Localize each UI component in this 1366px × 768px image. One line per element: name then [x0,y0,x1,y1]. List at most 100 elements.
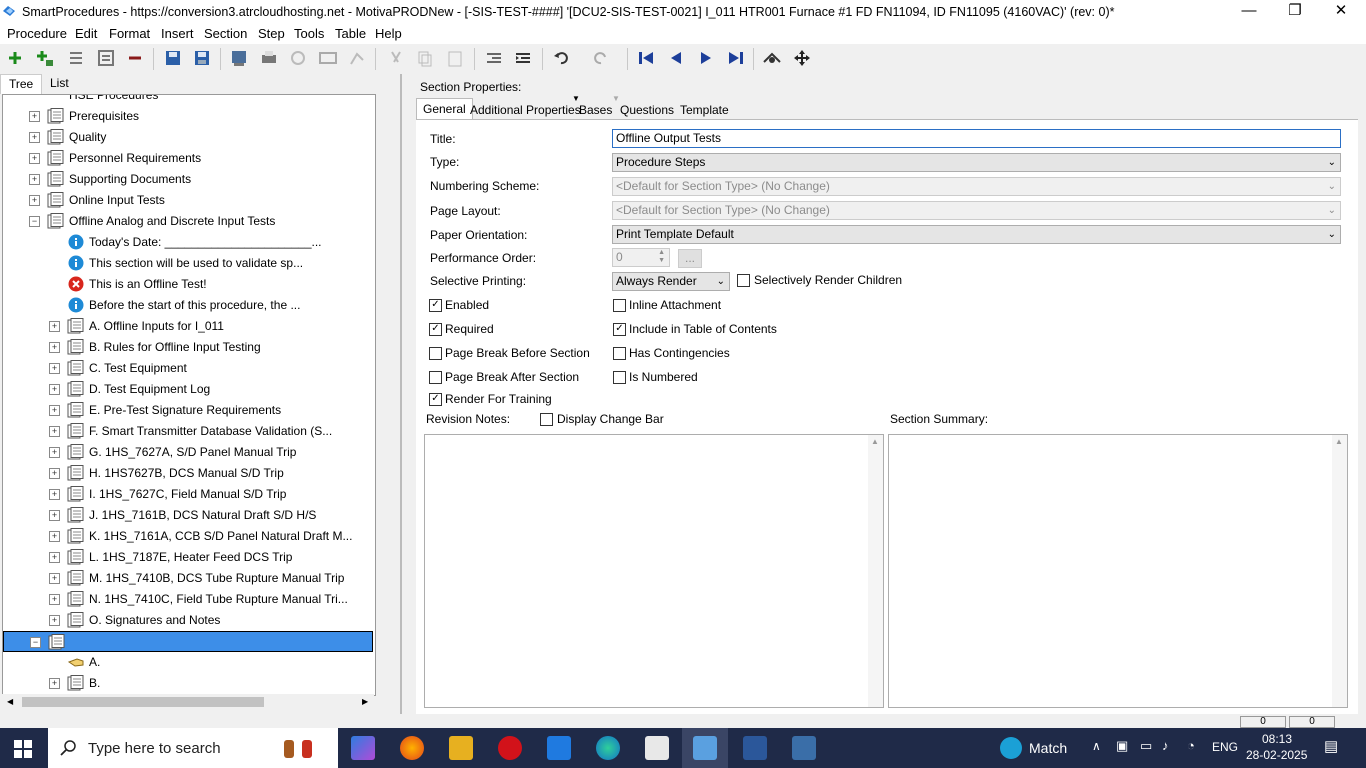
spinner-arrows-icon[interactable]: ▲ ▼ [658,249,665,265]
expand-icon[interactable]: + [49,405,60,416]
outdent-icon[interactable] [484,48,504,68]
expand-icon[interactable]: + [49,384,60,395]
tab-additional-properties[interactable]: Additional Properties [464,100,587,120]
menu-procedure[interactable]: Procedure [7,26,67,41]
expand-icon[interactable]: + [49,426,60,437]
paper-orientation-select[interactable]: Print Template Default ⌄ [612,225,1341,244]
route-icon[interactable] [347,48,367,68]
display-change-bar-checkbox[interactable] [540,413,553,426]
tree-item[interactable]: + Online Input Tests [3,190,373,211]
tree-item[interactable]: + Quality [3,127,373,148]
outline-alt-icon[interactable] [96,48,116,68]
tree-item[interactable]: + Personnel Requirements [3,148,373,169]
menu-table[interactable]: Table [335,26,366,41]
has-contingencies-checkbox[interactable] [613,347,626,360]
tree-item[interactable]: A. [3,652,373,673]
tree-item[interactable]: + I. 1HS_7627C, Field Manual S/D Trip [3,484,373,505]
revision-notes-textarea[interactable]: ▲ [424,434,884,708]
menu-tools[interactable]: Tools [294,26,324,41]
cricket-widget-icon[interactable] [998,736,1024,760]
menu-insert[interactable]: Insert [161,26,194,41]
last-icon[interactable] [726,48,746,68]
undo-icon[interactable] [552,48,572,68]
title-input[interactable]: Offline Output Tests [612,129,1341,148]
expand-icon[interactable]: + [29,174,40,185]
windows-start-icon[interactable] [14,740,32,758]
render-for-training-checkbox[interactable]: ✓ [429,393,442,406]
numbering-scheme-select[interactable]: <Default for Section Type> (No Change) ⌄ [612,177,1341,196]
expand-icon[interactable]: + [49,489,60,500]
file-explorer-icon[interactable] [449,736,473,760]
expand-icon[interactable]: + [49,573,60,584]
tree-item[interactable]: + G. 1HS_7627A, S/D Panel Manual Trip [3,442,373,463]
tree-item[interactable]: + C. Test Equipment [3,358,373,379]
expand-icon[interactable]: + [49,342,60,353]
tab-template[interactable]: Template [674,100,735,120]
tree-item[interactable]: This is an Offline Test! [3,274,373,295]
device-icon[interactable]: ▣ [1116,738,1128,754]
selectively-render-children-checkbox[interactable] [737,274,750,287]
notification-icon[interactable]: ▤ [1324,737,1338,755]
move-icon[interactable] [792,48,812,68]
tree-item[interactable]: + Prerequisites [3,106,373,127]
include-toc-checkbox[interactable]: ✓ [613,323,626,336]
expand-icon[interactable]: + [49,594,60,605]
find-icon[interactable] [762,48,782,68]
expand-icon[interactable]: + [49,615,60,626]
performance-order-spinner[interactable]: 0 ▲ ▼ [612,248,670,267]
add-child-icon[interactable] [35,48,55,68]
tree-item[interactable]: Today's Date: ______________________... [3,232,373,253]
minimize-button[interactable]: — [1226,0,1272,24]
textarea-scrollbar[interactable]: ▲ [1332,435,1347,707]
tree-horizontal-scrollbar[interactable]: ◀ ▶ [2,694,374,710]
textarea-scrollbar[interactable]: ▲ [868,435,883,707]
tree-item[interactable]: This section will be used to validate sp… [3,253,373,274]
save-all-icon[interactable] [163,48,183,68]
opera-icon[interactable] [498,736,522,760]
app-document-icon[interactable] [645,736,669,760]
edge-icon[interactable] [596,736,620,760]
page-break-before-checkbox[interactable] [429,347,442,360]
refresh-icon[interactable] [288,48,308,68]
smartprocedures-icon[interactable] [693,736,717,760]
procedure-tree[interactable]: HSE Procedures + Prerequisites + Quality + Pe… [2,94,376,696]
copy-icon[interactable] [415,48,435,68]
indent-icon[interactable] [513,48,533,68]
tree-item[interactable]: + E. Pre-Test Signature Requirements [3,400,373,421]
tree-item-partial[interactable]: HSE Procedures [69,95,158,106]
tree-item[interactable]: + M. 1HS_7410B, DCS Tube Rupture Manual T… [3,568,373,589]
collapse-icon[interactable]: − [29,216,40,227]
expand-icon[interactable]: + [29,195,40,206]
scroll-up-icon[interactable]: ▲ [871,437,879,446]
page-layout-select[interactable]: <Default for Section Type> (No Change) ⌄ [612,201,1341,220]
mail-icon[interactable] [547,736,571,760]
taskbar-search-box[interactable]: Type here to search [48,728,338,768]
tree-item[interactable]: + O. Signatures and Notes [3,610,373,631]
tree-item[interactable]: + A. Offline Inputs for I_011 [3,316,373,337]
tab-questions[interactable]: Questions [614,100,680,120]
required-checkbox[interactable]: ✓ [429,323,442,336]
tab-tree[interactable]: Tree [0,74,43,94]
menu-section[interactable]: Section [204,26,247,41]
save-icon[interactable] [192,48,212,68]
section-summary-textarea[interactable]: ▲ [888,434,1348,708]
menu-edit[interactable]: Edit [75,26,97,41]
wifi-icon[interactable]: ◔ [1187,738,1195,753]
copilot-icon[interactable] [351,736,375,760]
chevron-up-icon[interactable]: ∧ [1092,739,1101,753]
tree-item[interactable]: + L. 1HS_7187E, Heater Feed DCS Trip [3,547,373,568]
firefox-icon[interactable] [400,736,424,760]
previous-icon[interactable] [666,48,686,68]
clock-date[interactable]: 28-02-2025 [1246,748,1307,762]
tree-item[interactable]: + J. 1HS_7161B, DCS Natural Draft S/D H/S [3,505,373,526]
widget-label[interactable]: Match [1029,740,1067,756]
page-break-after-checkbox[interactable] [429,371,442,384]
preview-icon[interactable] [229,48,249,68]
collapse-icon[interactable]: − [30,637,41,648]
performance-order-ellipsis-button[interactable]: ... [678,249,702,268]
expand-icon[interactable]: + [49,447,60,458]
active-app-highlight[interactable] [682,728,728,768]
splitter[interactable] [400,74,402,714]
expand-icon[interactable]: + [29,132,40,143]
expand-icon[interactable]: + [29,153,40,164]
